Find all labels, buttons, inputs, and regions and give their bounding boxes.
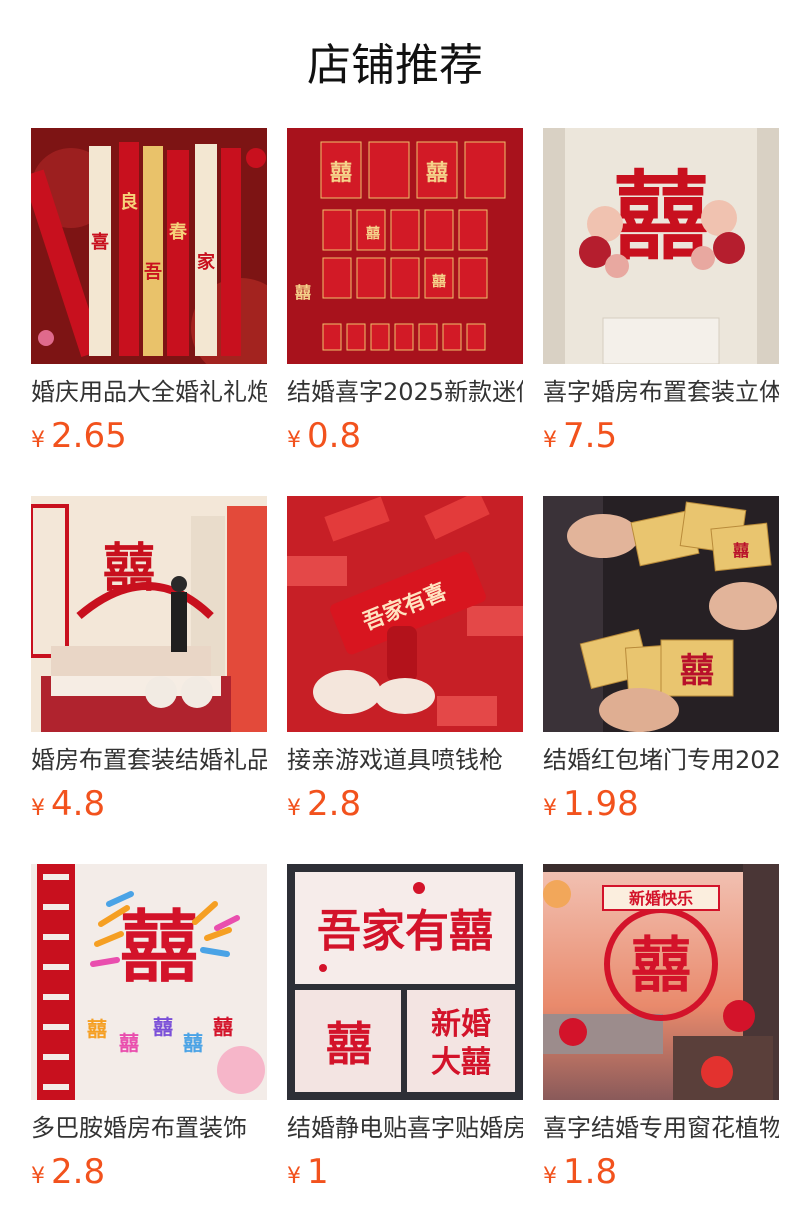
product-price: ¥2.8	[31, 1150, 105, 1194]
product-image[interactable]: 囍	[31, 496, 267, 732]
currency-symbol: ¥	[543, 428, 557, 453]
svg-text:囍: 囍	[87, 1017, 107, 1041]
price-value: 1.98	[563, 784, 639, 824]
price-value: 7.5	[563, 416, 618, 456]
product-card[interactable]: 吾家有囍 囍 新婚 大囍 结婚静电贴喜字贴婚房 ¥1	[287, 864, 523, 1204]
svg-text:囍: 囍	[366, 225, 380, 242]
product-price: ¥7.5	[543, 414, 617, 458]
product-price: ¥4.8	[31, 782, 105, 826]
wall-xi-icon: 囍	[543, 128, 779, 364]
currency-symbol: ¥	[543, 1164, 557, 1189]
price-value: 1	[307, 1152, 329, 1192]
price-value: 1.8	[563, 1152, 618, 1192]
gold-envelopes-icon: 囍 囍	[543, 496, 779, 732]
svg-text:囍: 囍	[183, 1031, 203, 1055]
product-name[interactable]: 接亲游戏道具喷钱枪	[287, 742, 523, 778]
product-card[interactable]: 囍 喜字婚房布置套装立体 ¥7.5	[543, 128, 779, 468]
page-title: 店铺推荐	[307, 40, 483, 91]
currency-symbol: ¥	[543, 796, 557, 821]
currency-symbol: ¥	[31, 796, 45, 821]
product-name[interactable]: 婚庆用品大全婚礼礼炮	[31, 374, 267, 410]
svg-text:新婚: 新婚	[431, 1007, 491, 1042]
product-image[interactable]: 囍 囍 囍 囍 囍 囍	[31, 864, 267, 1100]
thumb-glyph: 囍	[120, 902, 198, 993]
product-image[interactable]: 吾家有囍 囍 新婚 大囍	[287, 864, 523, 1100]
product-price: ¥1	[287, 1150, 329, 1194]
thumb-glyph: 囍	[330, 160, 352, 186]
window-sticker-icon: 吾家有囍 囍 新婚 大囍	[287, 864, 523, 1100]
svg-text:囍: 囍	[119, 1031, 139, 1055]
product-card[interactable]: 囍 新婚快乐 喜字结婚专用窗花植物 ¥1.8	[543, 864, 779, 1204]
svg-text:囍: 囍	[213, 1015, 233, 1039]
product-name[interactable]: 喜字结婚专用窗花植物	[543, 1110, 779, 1146]
svg-text:吾: 吾	[144, 262, 162, 283]
window-flower-icon: 囍 新婚快乐	[543, 864, 779, 1100]
price-value: 2.8	[51, 1152, 106, 1192]
thumb-glyph: 喜	[91, 232, 109, 253]
svg-text:良: 良	[120, 191, 138, 213]
product-card[interactable]: 喜 吾 春 家 良 婚庆用品大全婚礼礼炮 ¥2.65	[31, 128, 267, 468]
product-card[interactable]: 囍 婚房布置套装结婚礼品 ¥4.8	[31, 496, 267, 836]
confetti-tubes-icon: 喜 吾 春 家 良	[31, 128, 267, 364]
svg-text:家: 家	[197, 251, 216, 273]
svg-text:新婚快乐: 新婚快乐	[629, 889, 693, 908]
product-name[interactable]: 结婚静电贴喜字贴婚房	[287, 1110, 523, 1146]
currency-symbol: ¥	[287, 1164, 301, 1189]
product-card[interactable]: 囍 囍 囍 囍 囍 结婚喜字2025新款迷你红包 ¥0.8	[287, 128, 523, 468]
svg-text:囍: 囍	[426, 160, 448, 186]
product-price: ¥2.65	[31, 414, 127, 458]
price-value: 4.8	[51, 784, 106, 824]
product-image[interactable]: 吾家有喜	[287, 496, 523, 732]
product-name[interactable]: 多巴胺婚房布置装饰	[31, 1110, 267, 1146]
product-name[interactable]: 结婚喜字2025新款迷你红包	[287, 374, 523, 410]
price-value: 0.8	[307, 416, 362, 456]
thumb-glyph: 囍	[631, 931, 691, 1001]
product-price: ¥1.98	[543, 782, 639, 826]
product-price: ¥2.8	[287, 782, 361, 826]
thumb-glyph: 吾家有囍	[317, 906, 493, 957]
product-name[interactable]: 喜字婚房布置套装立体	[543, 374, 779, 410]
money-gun-icon: 吾家有喜	[287, 496, 523, 732]
bedroom-icon: 囍	[31, 496, 267, 732]
thumb-glyph: 囍	[680, 651, 714, 691]
currency-symbol: ¥	[287, 796, 301, 821]
dopamine-decor-icon: 囍 囍 囍 囍 囍 囍	[31, 864, 267, 1100]
svg-text:大囍: 大囍	[431, 1045, 491, 1080]
product-card[interactable]: 囍 囍 囍 囍 囍 囍 多巴胺婚房布置装饰 ¥2.8	[31, 864, 267, 1204]
product-image[interactable]: 囍 新婚快乐	[543, 864, 779, 1100]
svg-text:囍: 囍	[733, 541, 749, 560]
svg-text:囍: 囍	[295, 283, 311, 302]
thumb-glyph: 囍	[103, 538, 155, 599]
currency-symbol: ¥	[287, 428, 301, 453]
svg-text:春: 春	[169, 221, 188, 243]
product-price: ¥1.8	[543, 1150, 617, 1194]
product-image[interactable]: 囍 囍 囍 囍 囍	[287, 128, 523, 364]
svg-text:囍: 囍	[153, 1015, 173, 1039]
product-image[interactable]: 囍 囍	[543, 496, 779, 732]
svg-text:囍: 囍	[432, 273, 446, 290]
product-price: ¥0.8	[287, 414, 361, 458]
product-name[interactable]: 婚房布置套装结婚礼品	[31, 742, 267, 778]
red-envelopes-icon: 囍 囍 囍 囍 囍	[287, 128, 523, 364]
currency-symbol: ¥	[31, 1164, 45, 1189]
svg-text:囍: 囍	[326, 1017, 372, 1071]
product-card[interactable]: 吾家有喜 接亲游戏道具喷钱枪 ¥2.8	[287, 496, 523, 836]
price-value: 2.65	[51, 416, 127, 456]
product-image[interactable]: 喜 吾 春 家 良	[31, 128, 267, 364]
currency-symbol: ¥	[31, 428, 45, 453]
product-image[interactable]: 囍	[543, 128, 779, 364]
product-card[interactable]: 囍 囍 结婚红包堵门专用2025 ¥1.98	[543, 496, 779, 836]
price-value: 2.8	[307, 784, 362, 824]
product-name[interactable]: 结婚红包堵门专用2025	[543, 742, 779, 778]
